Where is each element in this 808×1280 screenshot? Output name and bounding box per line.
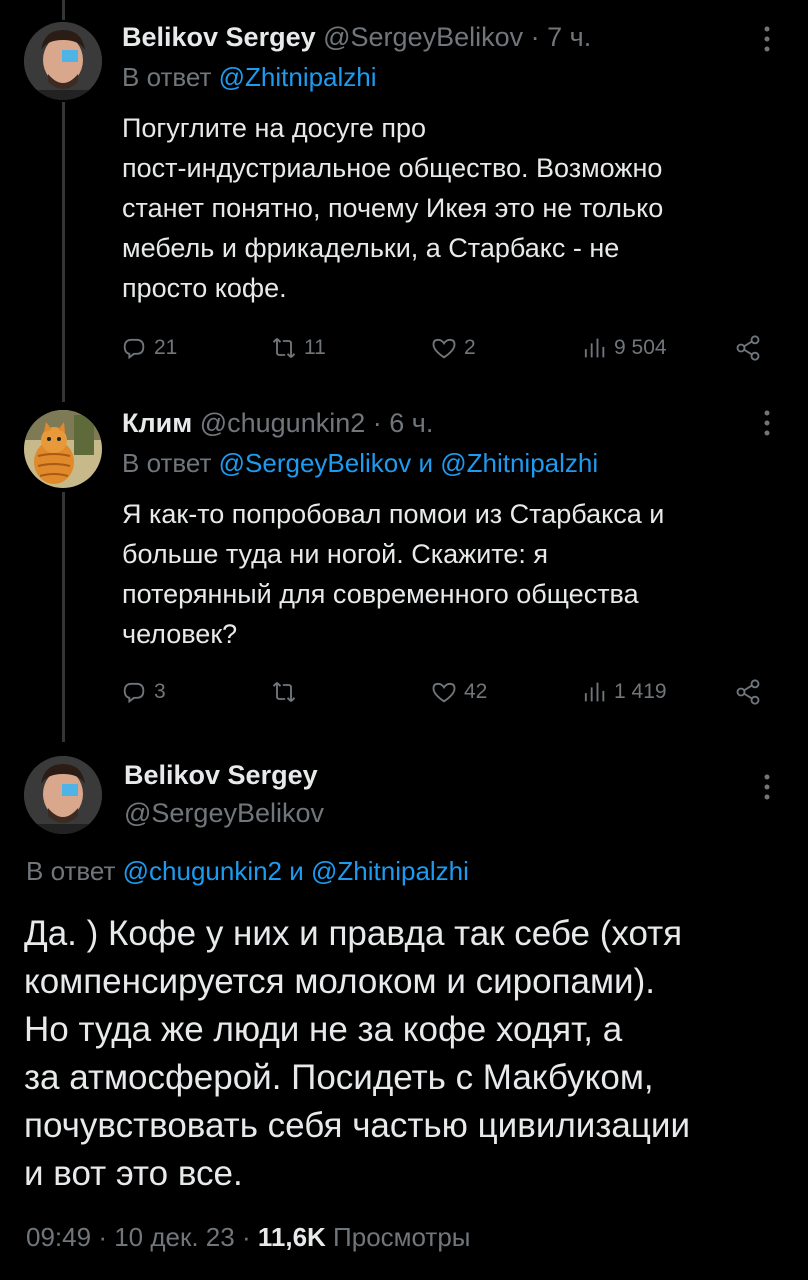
share-button[interactable] [734,672,762,712]
reply-button[interactable]: 21 [120,328,177,368]
views-count: 1 419 [614,680,667,703]
reply-button[interactable]: 3 [120,672,166,712]
tweet-text: Погуглите на досуге про пост-индустриаль… [122,113,664,303]
author-name[interactable]: Клим [122,408,192,438]
thread-line-top [62,0,65,20]
like-count: 42 [464,680,488,703]
reply-icon [123,682,145,704]
avatar[interactable] [24,22,102,100]
reply-mention[interactable]: @chugunkin2 [123,856,282,886]
retweet-count: 11 [304,336,326,359]
tweet-actions: 3 42 1 419 [120,672,772,712]
tweet-header: Belikov Sergey @SergeyBelikov · 7 ч. [122,22,591,53]
tweet-footer: 09:49 · 10 дек. 23 · 11,6K Просмотры [26,1222,471,1252]
avatar[interactable] [24,756,102,834]
reply-prefix: В ответ [26,856,116,886]
tweet-time[interactable]: · 7 ч. [531,22,592,52]
like-count: 2 [464,336,476,359]
reply-count: 21 [154,336,178,359]
views-button[interactable]: 9 504 [580,328,667,368]
more-icon[interactable] [752,772,782,802]
share-icon [736,679,760,705]
views-label: Просмотры [333,1222,471,1252]
tweet-date[interactable]: 10 дек. 23 [114,1222,235,1252]
like-button[interactable]: 2 [430,328,476,368]
tweet-text: Я как-то попробовал помои из Старбакса и… [122,499,665,649]
reply-prefix: В ответ [122,448,212,478]
like-button[interactable]: 42 [430,672,487,712]
share-button[interactable] [734,328,762,368]
reply-mention[interactable]: @Zhitnipalzhi [311,856,469,886]
reply-conjunction: и [289,856,304,886]
share-icon [736,335,760,361]
more-icon[interactable] [752,408,782,438]
reply-prefix: В ответ [122,62,212,92]
more-icon[interactable] [752,24,782,54]
views-icon [584,338,605,358]
reply-conjunction: и [418,448,433,478]
author-name[interactable]: Belikov Sergey [124,760,318,791]
retweet-button[interactable] [270,672,304,712]
reply-context: В ответ @SergeyBelikov и @Zhitnipalzhi [122,448,598,479]
retweet-icon [272,682,296,702]
tweet-header: Клим @chugunkin2 · 6 ч. [122,408,433,439]
like-icon [432,338,456,359]
views-icon [584,682,605,702]
like-icon [432,682,456,703]
avatar[interactable] [24,410,102,488]
views-button[interactable]: 1 419 [580,672,667,712]
tweet-time[interactable]: · 6 ч. [373,408,434,438]
author-name[interactable]: Belikov Sergey [122,22,316,52]
tweet-text: Да. ) Кофе у них и правда так себе (хотя… [24,914,691,1193]
author-handle[interactable]: @chugunkin2 [200,408,366,438]
reply-mention[interactable]: @SergeyBelikov [219,448,412,478]
reply-icon [123,338,145,360]
thread-line-2 [62,492,65,742]
author-handle[interactable]: @SergeyBelikov [323,22,523,52]
reply-mention[interactable]: @Zhitnipalzhi [440,448,598,478]
views-count: 11,6K [257,1222,326,1252]
tweet-actions: 21 11 2 9 504 [120,328,772,368]
author-handle[interactable]: @SergeyBelikov [124,798,324,829]
reply-context: В ответ @chugunkin2 и @Zhitnipalzhi [26,856,469,887]
views-count: 9 504 [614,336,667,359]
thread-line-1 [62,102,65,402]
reply-mention[interactable]: @Zhitnipalzhi [219,62,377,92]
reply-count: 3 [154,680,166,703]
tweet-time[interactable]: 09:49 [26,1222,91,1252]
reply-context: В ответ @Zhitnipalzhi [122,62,377,93]
retweet-button[interactable]: 11 [270,328,326,368]
retweet-icon [272,338,296,358]
